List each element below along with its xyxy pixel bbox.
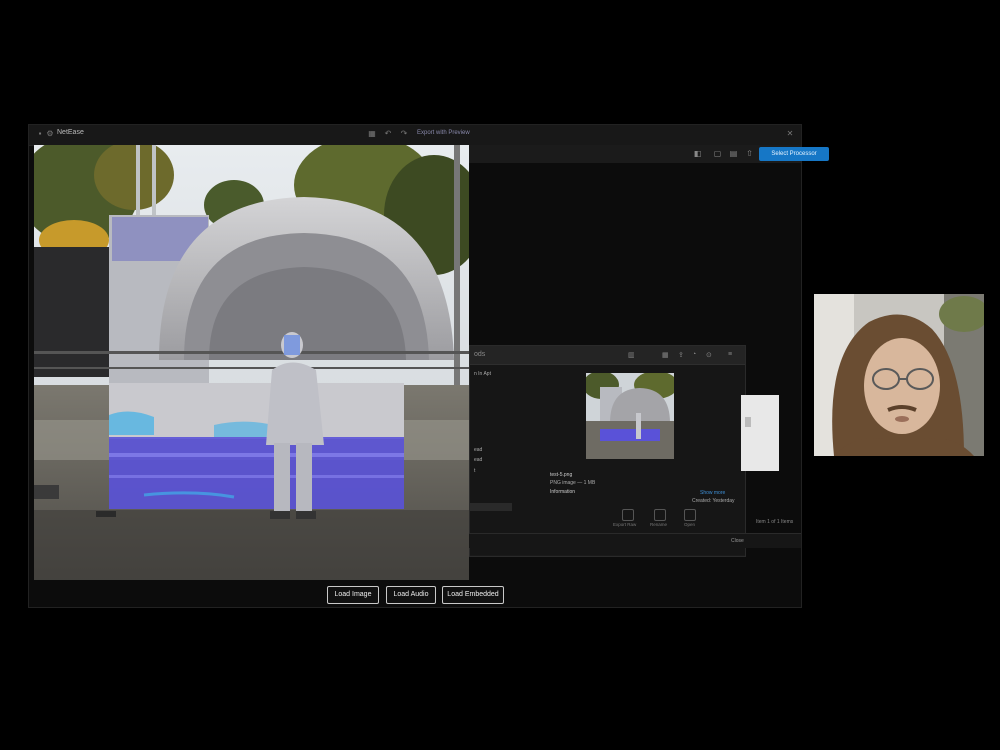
settings-icon[interactable]: ⚙ xyxy=(45,129,55,139)
title-bar: ▪ ⚙ NetEase ▦ ↶ ↷ Export with Preview ✕ xyxy=(29,125,801,146)
thumbnail-image xyxy=(586,373,674,459)
sidebar-item[interactable]: ead xyxy=(474,447,482,453)
redo-icon[interactable]: ↷ xyxy=(399,129,409,139)
app-menu-icon[interactable]: ▪ xyxy=(35,129,45,139)
sidebar-selection[interactable] xyxy=(470,503,512,511)
dialog-header: ods ▥ ▦ ⇪ ◔ ⊙ ≡ xyxy=(470,346,745,365)
export-raw-icon[interactable] xyxy=(622,509,634,521)
undo-icon[interactable]: ↶ xyxy=(383,129,393,139)
footer-status: Item 1 of 1 Items xyxy=(756,519,794,525)
rename-icon[interactable] xyxy=(654,509,666,521)
side-preview-card[interactable] xyxy=(741,395,779,471)
file-dialog: ods ▥ ▦ ⇪ ◔ ⊙ ≡ n In Apt ead ead t test-… xyxy=(469,345,746,557)
export-raw-label[interactable]: Export Raw xyxy=(613,522,636,527)
image-viewport[interactable] xyxy=(34,145,469,580)
close-label[interactable]: Close xyxy=(731,538,744,544)
dialog-header-label: ods xyxy=(474,351,486,358)
file-details: PNG image — 1 MB xyxy=(550,480,596,486)
open-label[interactable]: Open xyxy=(684,522,695,527)
file-thumbnail[interactable] xyxy=(586,373,674,459)
layers-icon[interactable]: ▤ xyxy=(729,149,738,158)
panel-icon[interactable]: ▢ xyxy=(713,149,722,158)
close-icon[interactable]: ✕ xyxy=(785,129,795,139)
export-link[interactable]: Export with Preview xyxy=(417,130,470,136)
created-label: Created: Yesterday xyxy=(692,498,735,504)
upload-icon[interactable]: ⇧ xyxy=(745,149,754,158)
rename-label[interactable]: Rename xyxy=(650,522,667,527)
grid-icon[interactable]: ▦ xyxy=(367,129,377,139)
webcam-video xyxy=(814,294,984,456)
window-title: NetEase xyxy=(57,129,84,136)
show-more-link[interactable]: Show more xyxy=(700,490,725,496)
info-label: Information xyxy=(550,489,576,495)
view-icon[interactable]: ▥ xyxy=(628,351,635,359)
load-image-button[interactable]: Load Image xyxy=(327,586,379,604)
load-audio-button[interactable]: Load Audio xyxy=(386,586,436,604)
group-icon[interactable]: ▦ xyxy=(662,351,669,359)
open-icon[interactable] xyxy=(684,509,696,521)
action-icon[interactable]: ⊙ xyxy=(706,351,712,359)
more-icon[interactable]: ≡ xyxy=(728,351,732,358)
webcam-person-image xyxy=(814,294,984,456)
right-toolbar: ◧ ▢ ▤ ⇧ Select Processor xyxy=(469,145,829,163)
select-processor-button[interactable]: Select Processor xyxy=(759,147,829,161)
sidebar-item[interactable]: n In Apt xyxy=(474,371,491,377)
app-window: ▪ ⚙ NetEase ▦ ↶ ↷ Export with Preview ✕ … xyxy=(28,124,829,608)
display-icon[interactable]: ◧ xyxy=(693,149,702,158)
sidebar-item[interactable]: ead xyxy=(474,457,482,463)
dialog-body: n In Apt ead ead t test-5.png PNG image … xyxy=(470,365,745,555)
file-name: test-5.png xyxy=(550,472,573,478)
share-icon[interactable]: ⇪ xyxy=(678,351,684,359)
load-embedded-button[interactable]: Load Embedded xyxy=(442,586,504,604)
tag-icon[interactable]: ◔ xyxy=(692,351,696,358)
bottom-strip: Close xyxy=(469,533,801,548)
sidebar-item[interactable]: t xyxy=(474,468,475,474)
preview-mark xyxy=(745,417,751,427)
depth-overlay-image xyxy=(34,145,469,580)
